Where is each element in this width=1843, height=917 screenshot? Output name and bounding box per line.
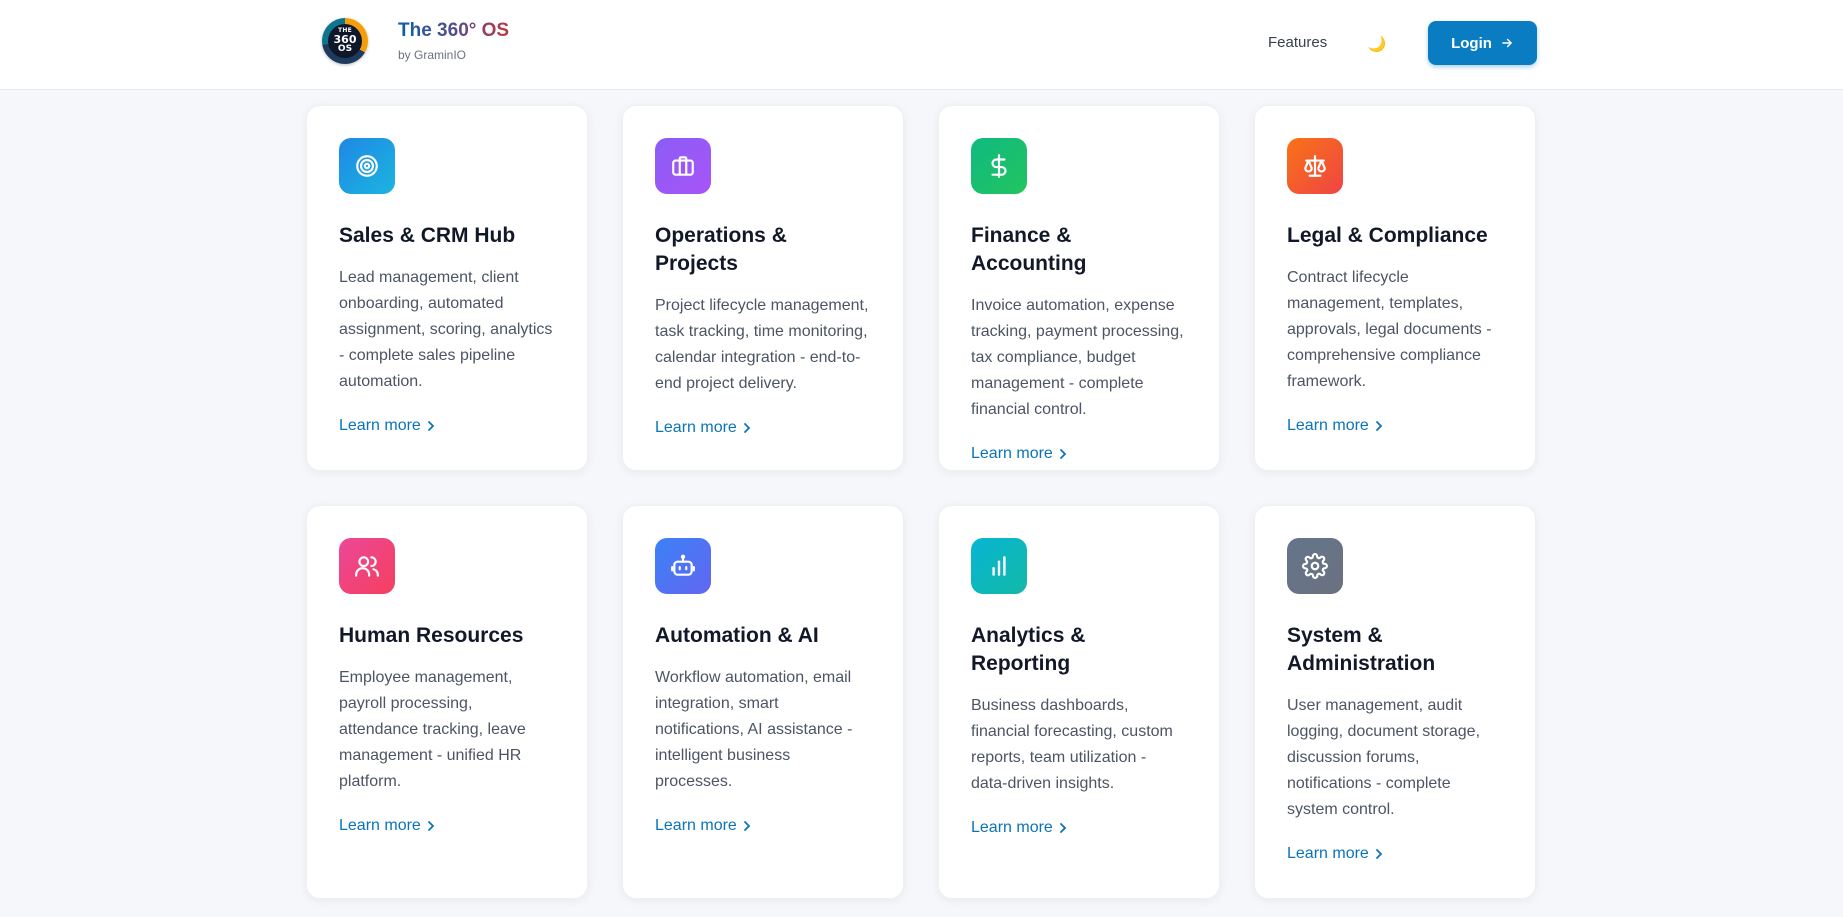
chevron-right-icon [1059, 449, 1067, 459]
feature-card: Automation & AI Workflow automation, ema… [622, 505, 904, 899]
card-description: Lead management, client onboarding, auto… [339, 269, 553, 390]
learn-more-link[interactable]: Learn more [339, 417, 436, 435]
chevron-right-icon [427, 421, 435, 431]
card-title: Legal & Compliance [1287, 224, 1488, 247]
brand[interactable]: THE 360 OS The 360° OS by GraminIO [322, 18, 509, 64]
login-button[interactable]: Login [1428, 21, 1537, 65]
card-icon-box [1287, 138, 1343, 194]
feature-card: Sales & CRM Hub Lead management, client … [306, 105, 588, 471]
learn-more-link[interactable]: Learn more [339, 817, 436, 835]
feature-card: Finance & Accounting Invoice automation,… [938, 105, 1220, 471]
card-icon-box [1287, 538, 1343, 594]
top-header: THE 360 OS The 360° OS by GraminIO Featu… [0, 0, 1843, 90]
card-title: Sales & CRM Hub [339, 224, 516, 247]
learn-more-label: Learn more [655, 817, 737, 834]
learn-more-link[interactable]: Learn more [655, 817, 752, 835]
card-description: Workflow automation, email integration, … [655, 669, 853, 790]
feature-card: Human Resources Employee management, pay… [306, 505, 588, 899]
learn-more-link[interactable]: Learn more [655, 419, 752, 437]
card-description: User management, audit logging, document… [1287, 697, 1481, 818]
card-description: Employee management, payroll processing,… [339, 669, 526, 790]
card-title: Analytics & Reporting [971, 624, 1086, 675]
feature-grid: Sales & CRM Hub Lead management, client … [306, 105, 1536, 899]
chevron-right-icon [743, 423, 751, 433]
card-icon-box [971, 138, 1027, 194]
learn-more-label: Learn more [971, 819, 1053, 836]
learn-more-link[interactable]: Learn more [971, 819, 1068, 837]
target-icon [356, 155, 378, 177]
logo-badge: THE 360 OS [328, 24, 362, 58]
learn-more-label: Learn more [971, 445, 1053, 462]
card-icon-box [339, 138, 395, 194]
card-title: System & Administration [1287, 624, 1436, 675]
learn-more-label: Learn more [1287, 417, 1369, 434]
briefcase-icon [672, 156, 694, 176]
feature-card: Operations & Projects Project lifecycle … [622, 105, 904, 471]
robot-icon [671, 554, 695, 576]
card-icon-box [339, 538, 395, 594]
brand-subtitle: by GraminIO [398, 48, 467, 62]
brand-title: The 360° OS [398, 20, 510, 41]
nav-link-features[interactable]: Features [1268, 34, 1327, 51]
scale-icon [1304, 155, 1326, 177]
feature-card: Analytics & Reporting Business dashboard… [938, 505, 1220, 899]
card-description: Business dashboards, financial forecasti… [971, 697, 1173, 792]
login-button-label: Login [1451, 34, 1492, 52]
chevron-right-icon [1375, 421, 1383, 431]
card-icon-box [655, 538, 711, 594]
feature-card: System & Administration User management,… [1254, 505, 1536, 899]
feature-card: Legal & Compliance Contract lifecycle ma… [1254, 105, 1536, 471]
dollar-icon [991, 154, 1007, 178]
card-title: Operations & Projects [655, 224, 787, 275]
learn-more-label: Learn more [655, 419, 737, 436]
card-description: Contract lifecycle management, templates… [1287, 269, 1492, 390]
card-title: Automation & AI [655, 624, 819, 647]
moon-icon[interactable]: 🌙 [1366, 33, 1388, 55]
card-description: Project lifecycle management, task track… [655, 297, 869, 392]
card-icon-box [655, 138, 711, 194]
learn-more-link[interactable]: Learn more [1287, 417, 1384, 435]
chevron-right-icon [1059, 823, 1067, 833]
chevron-right-icon [1375, 849, 1383, 859]
users-icon [355, 556, 379, 577]
learn-more-label: Learn more [339, 817, 421, 834]
logo-text-bottom: OS [337, 44, 353, 54]
chevron-right-icon [427, 821, 435, 831]
learn-more-link[interactable]: Learn more [971, 445, 1068, 463]
learn-more-label: Learn more [1287, 845, 1369, 862]
card-icon-box [971, 538, 1027, 594]
card-description: Invoice automation, expense tracking, pa… [971, 297, 1184, 418]
chevron-right-icon [743, 821, 751, 831]
learn-more-label: Learn more [339, 417, 421, 434]
card-title: Finance & Accounting [971, 224, 1087, 275]
brand-text: The 360° OS by GraminIO [398, 20, 509, 62]
gear-icon [1302, 553, 1328, 579]
arrow-right-icon [1502, 38, 1512, 48]
bar-chart-icon [992, 556, 1006, 576]
learn-more-link[interactable]: Learn more [1287, 845, 1384, 863]
card-title: Human Resources [339, 624, 524, 647]
logo: THE 360 OS [322, 18, 368, 64]
